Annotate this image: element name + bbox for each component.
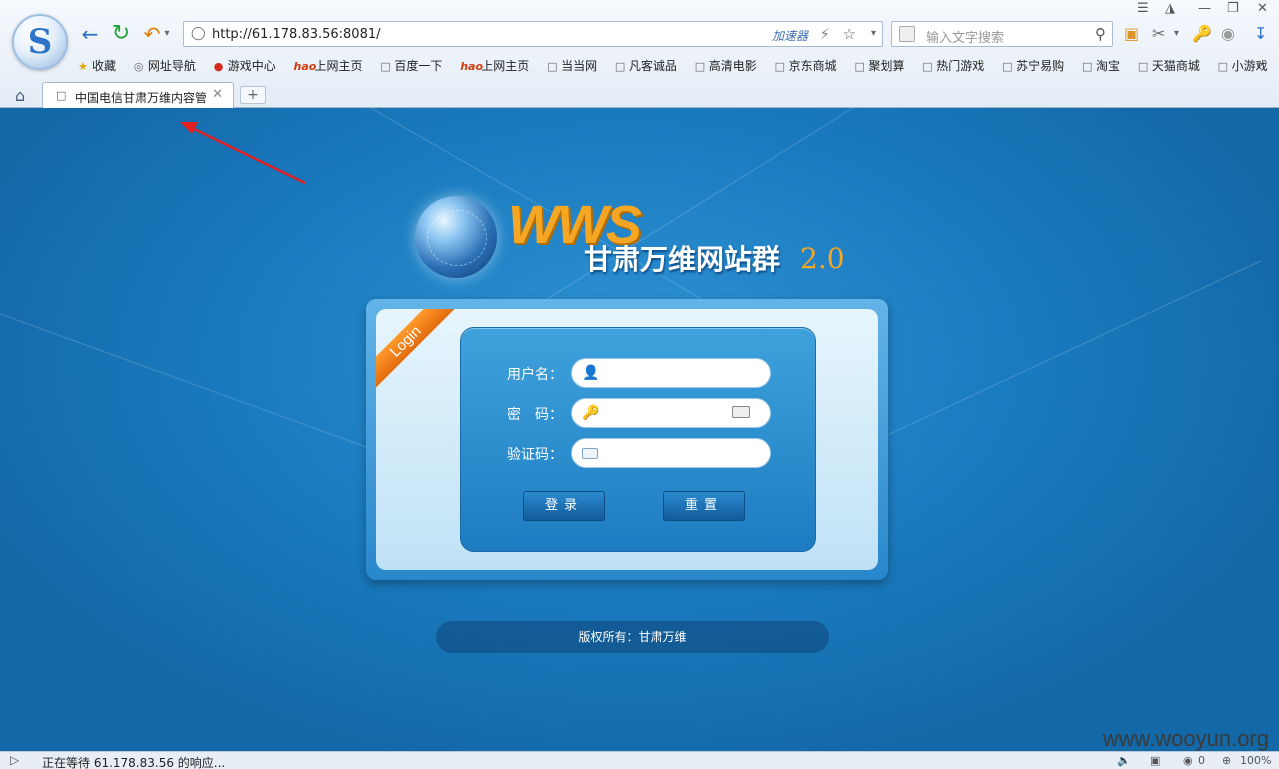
adblock-icon[interactable]: ◉	[1183, 754, 1193, 767]
sidebar-toggle-icon[interactable]: ▷	[10, 753, 19, 767]
speaker-icon[interactable]: 🔈	[1117, 754, 1131, 767]
watermark: www.wooyun.org	[1102, 726, 1269, 751]
annotation-arrow-icon	[180, 122, 306, 185]
zoom-level[interactable]: 100%	[1240, 754, 1271, 767]
adblock-count: 0	[1198, 754, 1205, 767]
status-bar: ▷ 正在等待 61.178.83.56 的响应... 🔈 ▣ ◉ 0 ⊕ 100…	[0, 751, 1279, 769]
zoom-icon[interactable]: ⊕	[1222, 754, 1231, 767]
toolbox-icon[interactable]: ▣	[1150, 754, 1160, 767]
status-text: 正在等待 61.178.83.56 的响应...	[42, 756, 226, 769]
